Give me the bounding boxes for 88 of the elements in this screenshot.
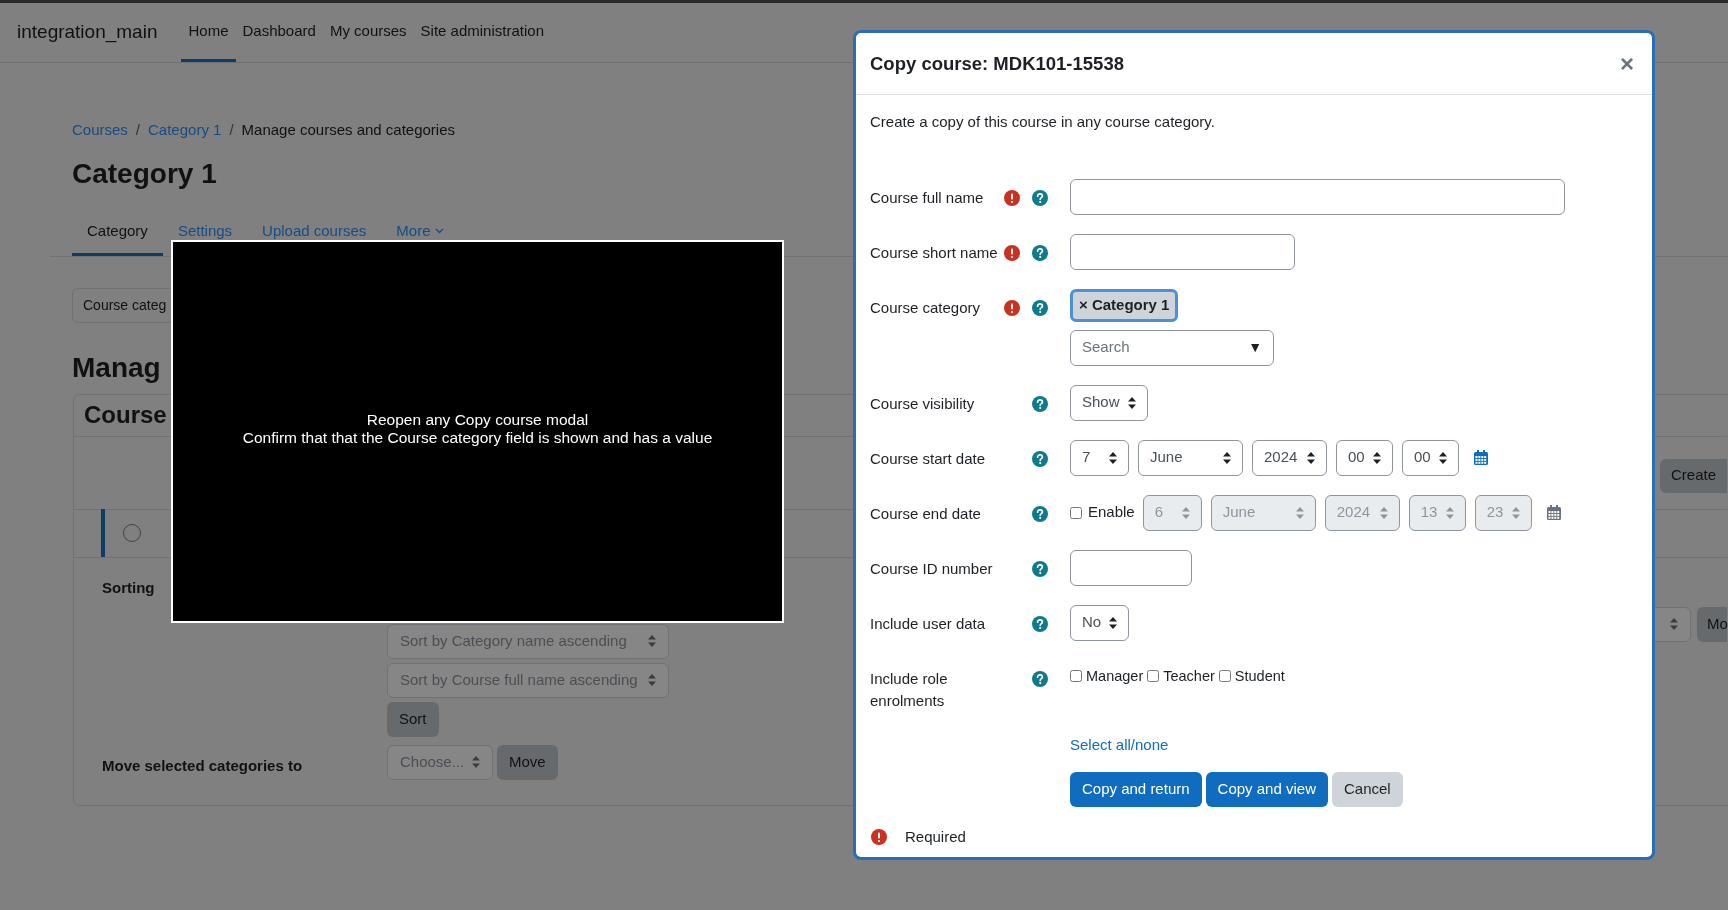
section-heading: Manag	[72, 350, 161, 385]
tab[interactable]: Category	[72, 209, 163, 256]
required-icon	[871, 829, 887, 846]
help-icon[interactable]	[1032, 395, 1048, 412]
role-label: Manager	[1086, 666, 1144, 686]
select-arrows-icon	[1181, 506, 1190, 519]
select-arrows-icon	[1439, 451, 1447, 464]
role-checkbox[interactable]	[1070, 670, 1082, 683]
select-arrows-icon	[1109, 451, 1117, 464]
select-arrows-icon	[1307, 451, 1315, 464]
select-arrows-icon	[1373, 451, 1381, 464]
nav-link[interactable]: Dashboard	[235, 3, 323, 62]
nav-link[interactable]: My courses	[322, 3, 414, 62]
select-field[interactable]: No	[1070, 604, 1130, 641]
select-arrows-icon	[1379, 506, 1388, 519]
field-label: Include user data	[870, 613, 987, 634]
select-field[interactable]: Show	[1070, 384, 1148, 421]
primary-button[interactable]: Copy and return	[1070, 772, 1202, 807]
required-icon	[1004, 244, 1020, 261]
date-select[interactable]: 00	[1336, 439, 1393, 476]
field-label: Course visibility	[870, 393, 976, 414]
field-label: Course category	[870, 297, 982, 318]
required-note: Required	[905, 827, 966, 847]
help-icon[interactable]	[1032, 299, 1048, 316]
nav-link[interactable]: Home	[181, 3, 236, 62]
select-all-link[interactable]: Select all/none	[1070, 733, 1169, 756]
text-field[interactable]	[1070, 233, 1295, 270]
help-icon[interactable]	[1032, 670, 1048, 687]
help-icon[interactable]	[1032, 189, 1048, 206]
required-icon	[1004, 189, 1020, 206]
field-label: Course end date	[870, 503, 982, 524]
help-icon[interactable]	[1032, 505, 1048, 522]
date-select[interactable]: 7	[1070, 439, 1129, 476]
create-button[interactable]: Create	[1659, 458, 1727, 493]
date-select[interactable]: 2024	[1252, 439, 1327, 476]
close-button[interactable]: ×	[1616, 51, 1638, 76]
role-label: Teacher	[1163, 666, 1215, 686]
breadcrumb-separator: /	[135, 120, 141, 140]
role-checkbox[interactable]	[1218, 670, 1231, 683]
select-arrows-icon	[1127, 396, 1136, 409]
sorting-label: Sorting	[102, 578, 155, 596]
select-arrows-icon	[472, 756, 480, 768]
overlay-text: Reopen any Copy course modal	[366, 410, 589, 429]
text-field[interactable]	[1070, 549, 1192, 586]
date-select[interactable]: 00	[1402, 439, 1459, 476]
move-button[interactable]: Move	[497, 744, 558, 780]
card-heading: Course	[84, 400, 167, 430]
breadcrumb-separator: /	[229, 120, 234, 140]
required-icon	[1004, 299, 1020, 316]
nav-link[interactable]: Site administration	[413, 3, 551, 62]
page-title: Category 1	[72, 156, 218, 191]
field-label: Course short name	[870, 242, 999, 263]
field-label: Course ID number	[870, 558, 994, 579]
help-icon[interactable]	[1032, 560, 1048, 577]
select-arrows-icon	[648, 674, 656, 686]
role-checkbox[interactable]	[1147, 670, 1160, 683]
sort-button[interactable]: Sort	[387, 701, 439, 737]
modal-description: Create a copy of this course in any course category.	[870, 112, 1216, 132]
calendar-icon[interactable]	[1474, 450, 1488, 465]
chevron-down-icon	[434, 228, 444, 234]
modal-title: Copy course: MDK101-15538	[870, 51, 1124, 76]
primary-button[interactable]: Copy and view	[1205, 772, 1328, 807]
site-name[interactable]: integration_main	[17, 18, 158, 47]
role-label: Student	[1234, 666, 1285, 686]
select-arrows-icon	[1445, 506, 1454, 519]
select-arrows-icon	[1109, 616, 1118, 629]
select-arrows-icon	[1295, 506, 1304, 519]
move-button[interactable]: Mo	[1697, 606, 1727, 642]
move-label: Move selected categories to	[102, 756, 303, 774]
select-arrows-icon	[1223, 451, 1231, 464]
help-icon[interactable]	[1032, 450, 1048, 467]
category-chip[interactable]: × Category 1	[1070, 288, 1179, 322]
field-label: Course full name	[870, 187, 985, 208]
dropdown-mark[interactable]: ▼	[1248, 337, 1262, 358]
text-field[interactable]	[1070, 178, 1565, 215]
breadcrumb-current: Manage courses and categories	[241, 120, 456, 140]
select-arrows-icon	[1670, 618, 1678, 630]
enable-label: Enable	[1088, 502, 1135, 523]
date-select[interactable]: June	[1138, 439, 1243, 476]
overlay-text: Confirm that that the Course category field is shown and has a value	[242, 428, 713, 447]
field-label: Course start date	[870, 448, 987, 469]
search-field[interactable]: Search ▼	[1070, 329, 1274, 366]
cancel-button[interactable]: Cancel	[1331, 772, 1403, 807]
select-arrows-icon	[1511, 506, 1520, 519]
field-label: Include role enrolments	[870, 668, 949, 711]
select-arrows-icon	[648, 635, 656, 647]
help-icon[interactable]	[1032, 244, 1048, 261]
help-icon[interactable]	[1032, 615, 1048, 632]
